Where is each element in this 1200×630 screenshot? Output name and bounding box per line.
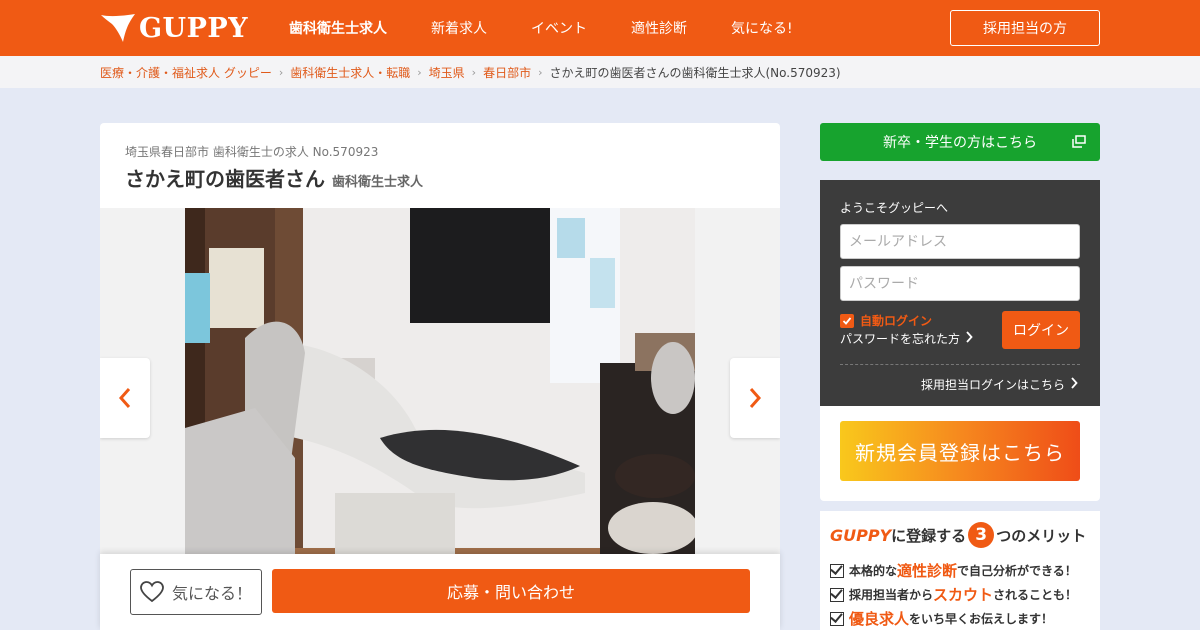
recruiter-login-link[interactable]: 採用担当ログインはこちら <box>921 376 1078 393</box>
chevron-right-icon <box>749 388 762 408</box>
merit-highlight: スカウト <box>933 586 994 604</box>
breadcrumb-bar: 医療・介護・福祉求人 グッピー › 歯科衛生士求人・転職 › 埼玉県 › 春日部… <box>0 56 1200 88</box>
student-button-label: 新卒・学生の方はこちら <box>883 135 1037 151</box>
email-field[interactable] <box>840 224 1080 259</box>
student-button[interactable]: 新卒・学生の方はこちら <box>820 123 1100 161</box>
breadcrumb-current: さかえ町の歯医者さんの歯科衛生士求人(No.570923) <box>549 65 841 80</box>
recruiter-button[interactable]: 採用担当の方 <box>950 10 1100 46</box>
merits-title: GUPPY に登録する 3 つのメリット <box>830 522 1086 548</box>
recruiter-login-label: 採用担当ログインはこちら <box>920 378 1065 392</box>
divider <box>840 364 1080 365</box>
merit-text: で自己分析ができる！ <box>957 564 1077 578</box>
job-subtitle: 埼玉県春日部市 歯科衛生士の求人 No.570923 <box>125 145 379 159</box>
login-panel: ようこそグッピーへ 自動ログイン パスワードを忘れた方 ログイン 採用担当ログイ… <box>820 180 1100 406</box>
register-panel: 新規会員登録はこちら <box>820 406 1100 501</box>
breadcrumb-city[interactable]: 春日部市 <box>483 64 531 81</box>
merit-text: 採用担当者から <box>849 588 934 602</box>
merit-item: 採用担当者から スカウト されることも！ <box>830 584 1077 605</box>
forgot-password-link[interactable]: パスワードを忘れた方 <box>840 330 973 347</box>
checkmark-icon <box>830 611 844 626</box>
merits-banner[interactable]: GUPPY に登録する 3 つのメリット 本格的な 適性診断 で自己分析ができる… <box>820 511 1100 630</box>
favorite-button[interactable]: 気になる！ <box>130 569 262 615</box>
forgot-password-label: パスワードを忘れた方 <box>840 332 961 346</box>
auto-login-label: 自動ログイン <box>860 314 933 328</box>
nav-new-jobs[interactable]: 新着求人 <box>431 18 487 38</box>
merit-text: されることも！ <box>993 588 1078 602</box>
action-bar: 気になる！ 応募・問い合わせ <box>100 554 780 630</box>
favorite-label: 気になる！ <box>171 584 252 603</box>
breadcrumb-home[interactable]: 医療・介護・福祉求人 グッピー <box>100 64 272 81</box>
breadcrumb-prefecture[interactable]: 埼玉県 <box>429 64 465 81</box>
nav-favorites[interactable]: 気になる! <box>731 18 793 38</box>
site-header: GUPPY 歯科衛生士求人 新着求人 イベント 適性診断 気になる! 採用担当の… <box>0 0 1200 56</box>
merit-item: 優良求人 をいち早くお伝えします！ <box>830 608 1053 629</box>
merit-item: 本格的な 適性診断 で自己分析ができる！ <box>830 560 1077 581</box>
guppy-fish-icon <box>101 14 135 42</box>
main-nav: 歯科衛生士求人 新着求人 イベント 適性診断 気になる! <box>289 0 837 56</box>
chevron-right-icon: › <box>538 65 543 79</box>
chevron-right-icon: › <box>471 65 477 79</box>
job-type: 歯科衛生士求人 <box>332 175 424 190</box>
nav-dental-hygienist[interactable]: 歯科衛生士求人 <box>289 18 387 38</box>
nav-aptitude[interactable]: 適性診断 <box>631 18 687 38</box>
password-field[interactable] <box>840 266 1080 301</box>
external-window-icon <box>1072 135 1086 148</box>
welcome-text: ようこそグッピーへ <box>840 201 949 215</box>
breadcrumb: 医療・介護・福祉求人 グッピー › 歯科衛生士求人・転職 › 埼玉県 › 春日部… <box>100 56 841 88</box>
checkbox-checked-icon <box>840 313 854 328</box>
merit-text: 本格的な <box>849 564 898 578</box>
chevron-right-icon <box>965 331 973 346</box>
gallery-prev-button[interactable] <box>100 358 150 438</box>
chevron-right-icon <box>1070 377 1078 392</box>
guppy-logo[interactable]: GUPPY <box>100 12 248 44</box>
heart-icon <box>140 581 164 603</box>
merits-count-badge: 3 <box>968 522 995 548</box>
breadcrumb-category[interactable]: 歯科衛生士求人・転職 <box>290 64 410 81</box>
merits-title-pre: に登録する <box>891 526 967 545</box>
merits-brand: GUPPY <box>830 525 892 545</box>
gallery-next-button[interactable] <box>730 358 780 438</box>
merit-highlight: 優良求人 <box>849 610 910 628</box>
nav-events[interactable]: イベント <box>531 18 587 38</box>
auto-login-checkbox[interactable]: 自動ログイン <box>840 312 932 329</box>
checkmark-icon <box>830 563 844 578</box>
merit-highlight: 適性診断 <box>897 562 958 580</box>
job-title: さかえ町の歯医者さん <box>125 167 325 191</box>
login-button[interactable]: ログイン <box>1002 311 1080 349</box>
chevron-right-icon: › <box>278 65 284 79</box>
checkmark-icon <box>830 587 844 602</box>
chevron-right-icon: › <box>417 65 422 79</box>
job-title-row: さかえ町の歯医者さん 歯科衛生士求人 <box>125 163 423 192</box>
merits-title-post: つのメリット <box>996 526 1087 545</box>
merit-text: をいち早くお伝えします！ <box>909 612 1054 626</box>
logo-text: GUPPY <box>139 12 248 44</box>
chevron-left-icon <box>118 388 131 408</box>
apply-button[interactable]: 応募・問い合わせ <box>272 569 750 613</box>
register-button[interactable]: 新規会員登録はこちら <box>840 421 1080 481</box>
